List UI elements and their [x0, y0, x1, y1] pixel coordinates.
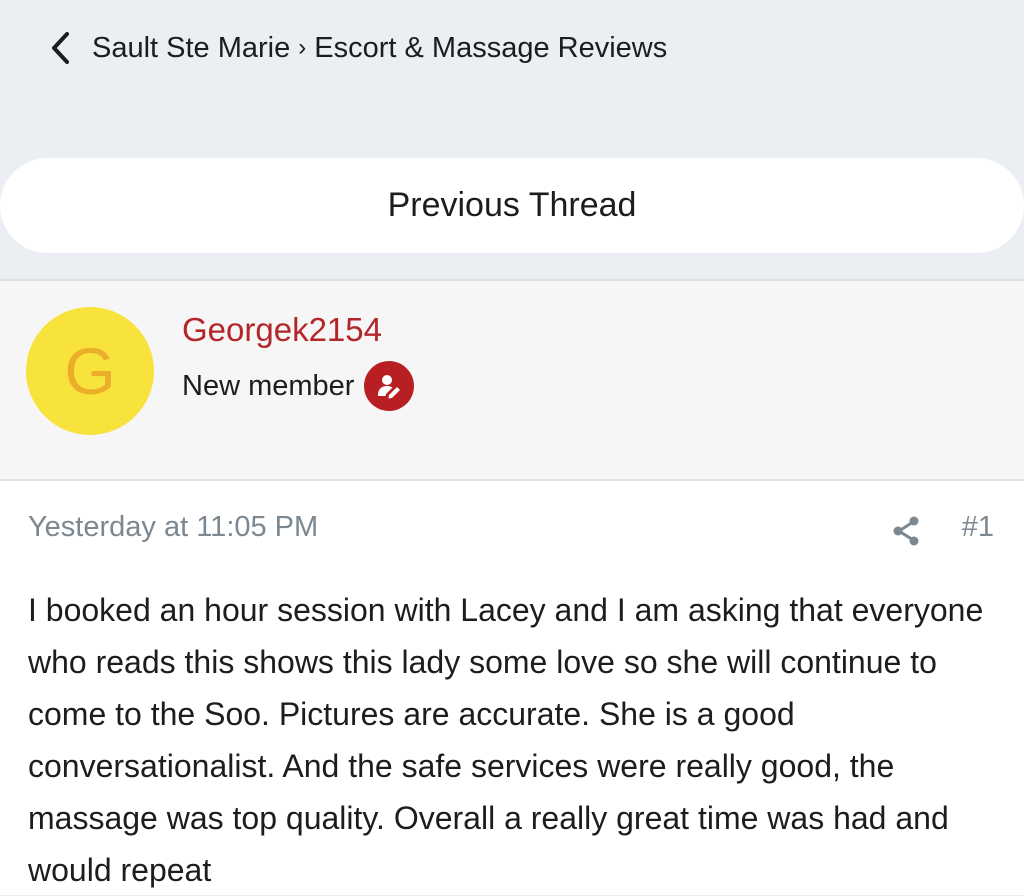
share-icon [893, 516, 919, 546]
chevron-left-icon [52, 32, 69, 64]
breadcrumb-forum-link[interactable]: Sault Ste Marie [92, 32, 290, 65]
post-number-link[interactable]: #1 [962, 511, 994, 544]
post: Yesterday at 11:05 PM #1 I booked an hou… [0, 481, 1024, 895]
post-body: I booked an hour session with Lacey and … [28, 592, 984, 888]
user-edit-icon [364, 361, 415, 411]
back-button[interactable] [40, 26, 80, 70]
breadcrumb-subforum-link[interactable]: Escort & Massage Reviews [314, 32, 667, 65]
user-title: New member [182, 369, 355, 402]
previous-thread-label: Previous Thread [387, 186, 637, 224]
share-button[interactable] [888, 511, 924, 551]
username-link[interactable]: Georgek2154 [182, 311, 382, 349]
breadcrumb: Sault Ste Marie › Escort & Massage Revie… [92, 26, 667, 70]
previous-thread-button[interactable]: Previous Thread [0, 158, 1024, 253]
breadcrumb-separator: › [298, 34, 307, 61]
post-timestamp[interactable]: Yesterday at 11:05 PM [28, 511, 318, 544]
post-author-block: G Georgek2154 New member [0, 279, 1024, 481]
avatar-letter: G [64, 334, 116, 408]
top-bar: Sault Ste Marie › Escort & Massage Revie… [0, 0, 1024, 150]
user-title-row: New member [182, 361, 415, 411]
avatar[interactable]: G [26, 307, 154, 435]
